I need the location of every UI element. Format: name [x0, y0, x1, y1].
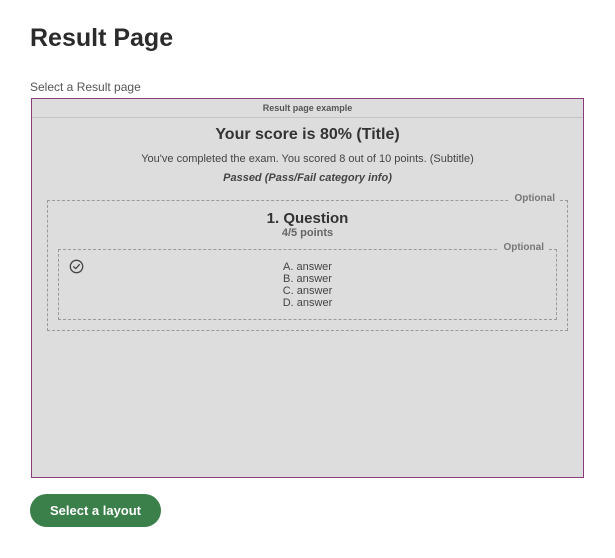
answers-section: Optional A. answer B. answer C. answer D…: [58, 242, 557, 320]
page-title: Result Page: [30, 24, 174, 52]
answers-optional-label: Optional: [499, 242, 548, 253]
select-result-page-label: Select a Result page: [30, 80, 141, 94]
answer-option-d: D. answer: [282, 297, 333, 309]
answer-list: A. answer B. answer C. answer D. answer: [59, 261, 556, 309]
question-section: Optional 1. Question 4/5 points Optional…: [47, 193, 568, 331]
preview-header: Result page example: [32, 99, 583, 118]
score-subtitle: You've completed the exam. You scored 8 …: [141, 153, 474, 165]
answer-option-b: B. answer: [283, 273, 332, 285]
result-page-preview[interactable]: Result page example Your score is 80% (T…: [31, 98, 584, 478]
answer-option-a: A. answer: [283, 261, 332, 273]
pass-fail-info: Passed (Pass/Fail category info): [223, 172, 392, 184]
answer-option-c: C. answer: [282, 285, 333, 297]
score-title: Your score is 80% (Title): [215, 126, 400, 143]
select-layout-button[interactable]: Select a layout: [30, 494, 161, 527]
question-title: 1. Question: [266, 210, 349, 227]
question-points: 4/5 points: [281, 227, 334, 239]
question-optional-label: Optional: [510, 193, 559, 204]
